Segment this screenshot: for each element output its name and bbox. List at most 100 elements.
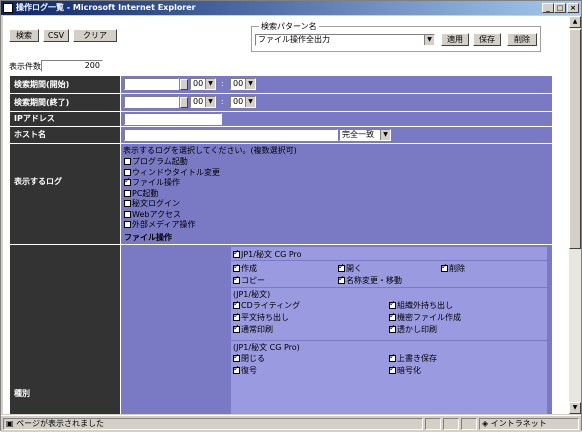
log-type-item[interactable]: 秘文ログイン	[124, 198, 180, 209]
log-type-label: PC起動	[132, 188, 159, 198]
file-ops-header-row: JP1/秘文 CG Pro	[231, 247, 547, 260]
hibun-op-item[interactable]: 通常印刷	[233, 323, 273, 335]
hibun-op-item[interactable]: 機密ファイル作成	[389, 311, 461, 323]
file-op-checkbox[interactable]	[233, 262, 240, 272]
cg-op-checkbox[interactable]	[389, 364, 396, 374]
log-type-item[interactable]: PC起動	[124, 188, 158, 199]
page-icon: ▣	[6, 419, 17, 428]
status-text-seg: ▣ ページが表示されました	[3, 418, 423, 430]
vertical-scrollbar[interactable]: ▲ ▼	[569, 16, 581, 414]
status-seg	[443, 418, 459, 430]
start-minute-select[interactable]: 00 ▼	[230, 78, 256, 90]
hibun-op-checkbox[interactable]	[233, 311, 240, 321]
label-end: 検索期間(終了)	[10, 94, 120, 111]
intranet-icon: ◈	[482, 419, 491, 428]
header-checkbox[interactable]	[233, 248, 240, 258]
log-type-checkbox[interactable]	[124, 221, 131, 228]
clear-button[interactable]: クリア	[73, 29, 117, 42]
file-op-checkbox[interactable]	[441, 262, 448, 272]
file-op-item[interactable]: 削除	[441, 262, 465, 274]
cg-op-checkbox[interactable]	[233, 352, 240, 362]
host-input[interactable]	[124, 129, 338, 141]
hibun-op-checkbox[interactable]	[389, 323, 396, 333]
scroll-down-icon[interactable]: ▼	[569, 402, 581, 414]
logs-cell: 表示するログを選択してください。(複数選択可) プログラム起動 ウィンドウタイトル…	[121, 144, 552, 244]
scroll-thumb[interactable]	[569, 29, 581, 249]
pattern-select[interactable]: ファイル操作全出力 ▼	[255, 34, 435, 46]
log-type-checkbox[interactable]	[124, 210, 131, 218]
log-type-checkbox[interactable]	[124, 189, 131, 197]
maximize-button[interactable]: □	[554, 3, 566, 13]
file-op-checkbox[interactable]	[233, 274, 240, 284]
zone-text: イントラネット	[490, 419, 547, 428]
host-match-select[interactable]: 完全一致 ▼	[339, 129, 391, 141]
cg-title: (JP1/秘文 CG Pro)	[233, 343, 300, 352]
file-op-checkbox[interactable]	[338, 262, 345, 272]
dropdown-arrow-icon: ▼	[380, 130, 390, 140]
log-type-item[interactable]: Webアクセス	[124, 209, 181, 220]
hibun-op-item[interactable]: 組織外持ち出し	[389, 299, 453, 311]
file-op-checkbox[interactable]	[338, 274, 345, 284]
cg-op-label: 閉じる	[241, 354, 265, 363]
hibun-op-label: 透かし印刷	[397, 325, 437, 334]
file-op-item[interactable]: 開く	[338, 262, 362, 274]
kind-cell: JP1/秘文 CG Pro 作成開く削除コピー名称変更・移動 (JP1/秘文) …	[121, 245, 552, 414]
log-type-label: 秘文ログイン	[132, 199, 180, 208]
hibun-op-checkbox[interactable]	[233, 323, 240, 333]
cg-op-item[interactable]: 暗号化	[389, 364, 421, 376]
pattern-legend: 検索パターン名	[259, 21, 319, 32]
hibun-op-label: CDライティング	[241, 301, 301, 310]
log-type-checkbox[interactable]	[124, 168, 131, 176]
status-seg	[461, 418, 477, 430]
hibun-op-label: 平文持ち出し	[241, 313, 289, 322]
log-type-item[interactable]: ファイル操作	[124, 176, 180, 188]
csv-button[interactable]: CSV	[43, 29, 69, 42]
file-op-item[interactable]: コピー	[233, 274, 265, 286]
label-kind-bg: 種別	[10, 245, 120, 414]
calendar-icon[interactable]	[180, 97, 188, 108]
hibun-op-label: 組織外持ち出し	[397, 301, 453, 310]
search-button[interactable]: 検索	[9, 29, 39, 42]
hibun-op-checkbox[interactable]	[389, 299, 396, 309]
ip-input[interactable]	[124, 113, 222, 125]
scroll-up-icon[interactable]: ▲	[569, 16, 581, 28]
cg-op-checkbox[interactable]	[233, 364, 240, 374]
delete-button[interactable]: 削除	[507, 33, 537, 46]
end-minute-select[interactable]: 00 ▼	[230, 96, 256, 108]
minimize-button[interactable]: _	[542, 3, 554, 13]
apply-button[interactable]: 適用	[441, 33, 469, 46]
start-minute: 00	[233, 79, 244, 88]
ip-cell	[121, 112, 552, 126]
cg-op-item[interactable]: 上書き保存	[389, 352, 437, 364]
hibun-op-item[interactable]: CDライティング	[233, 299, 301, 311]
file-op-item[interactable]: 名称変更・移動	[338, 274, 402, 286]
hibun-op-label: 通常印刷	[241, 325, 273, 334]
end-date-input[interactable]	[124, 96, 179, 108]
hibun-op-item[interactable]: 透かし印刷	[389, 323, 437, 335]
hibun-op-item[interactable]: 平文持ち出し	[233, 311, 289, 323]
file-op-item[interactable]: 作成	[233, 262, 257, 274]
save-button[interactable]: 保存	[473, 33, 501, 46]
calendar-icon[interactable]	[180, 79, 188, 90]
zone-seg: ◈ イントラネット	[479, 418, 579, 430]
end-hour-select[interactable]: 00 ▼	[190, 96, 216, 108]
start-date-input[interactable]	[124, 78, 179, 90]
cg-op-checkbox[interactable]	[389, 352, 396, 362]
log-type-checkbox[interactable]	[124, 176, 131, 186]
file-op-label: 作成	[241, 264, 257, 273]
cg-op-label: 暗号化	[397, 366, 421, 375]
log-type-item[interactable]: 外部メディア操作	[124, 219, 195, 230]
dropdown-arrow-icon: ▼	[205, 79, 215, 89]
cg-op-item[interactable]: 閉じる	[233, 352, 265, 364]
count-input[interactable]: 200	[41, 60, 103, 72]
hibun-op-checkbox[interactable]	[233, 299, 240, 309]
log-type-item[interactable]: プログラム起動	[124, 156, 188, 167]
log-type-item[interactable]: ウィンドウタイトル変更	[124, 167, 220, 178]
hibun-op-checkbox[interactable]	[389, 311, 396, 321]
label-host: ホスト名	[10, 127, 120, 143]
log-type-checkbox[interactable]	[124, 200, 131, 207]
log-type-checkbox[interactable]	[124, 158, 131, 165]
start-hour-select[interactable]: 00 ▼	[190, 78, 216, 90]
close-button[interactable]: ×	[567, 3, 579, 13]
cg-op-item[interactable]: 復号	[233, 364, 257, 376]
